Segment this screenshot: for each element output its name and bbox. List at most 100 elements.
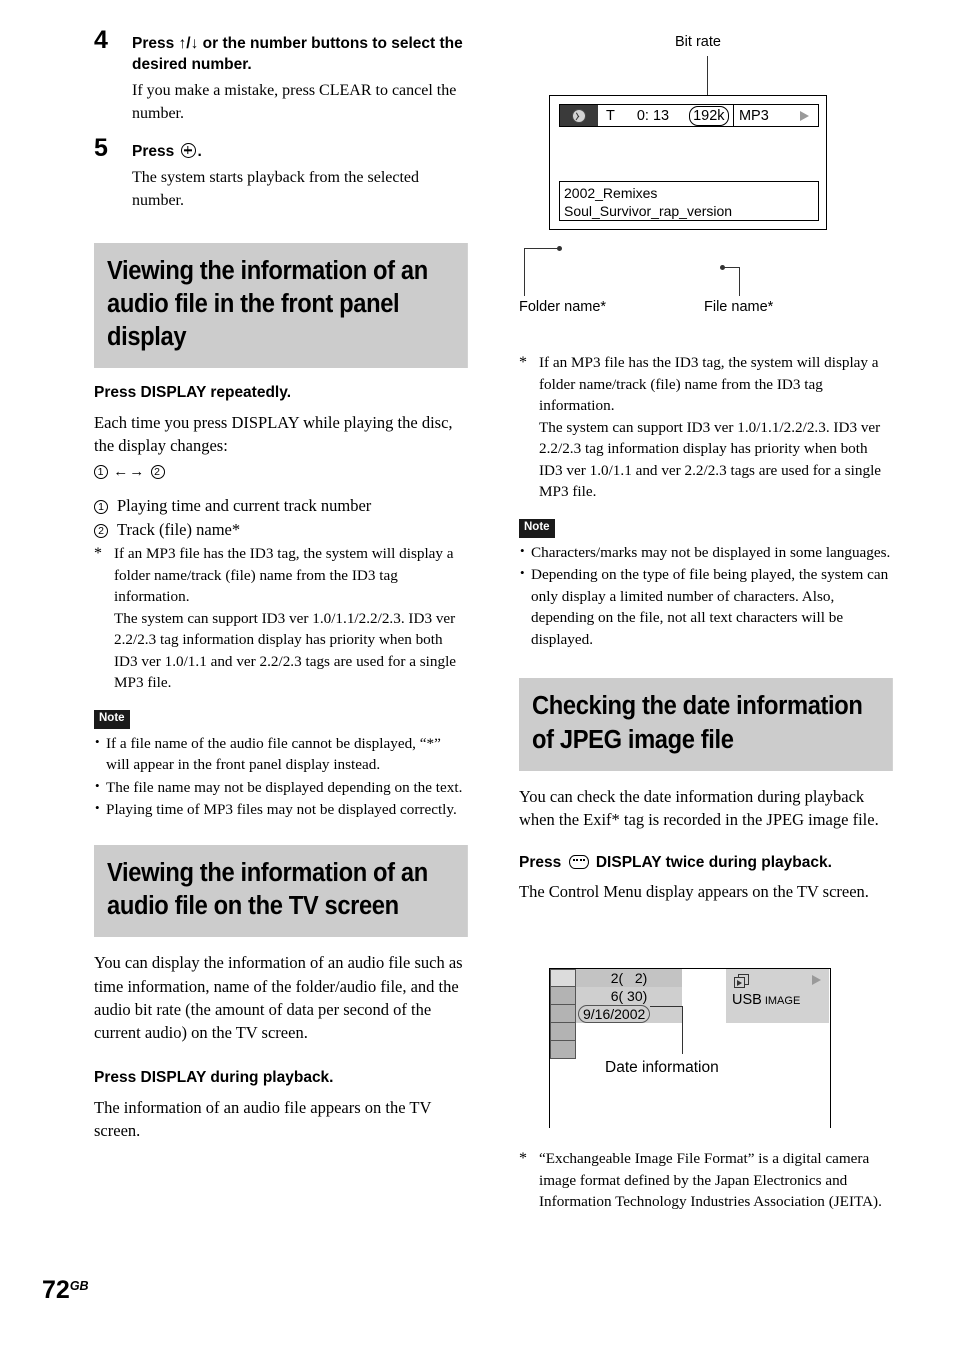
note-list: If a file name of the audio file cannot … [94, 733, 468, 821]
note-block-front-panel: Note If a file name of the audio file ca… [94, 708, 468, 821]
control-menu-icon-cell [550, 1023, 576, 1041]
folder-name-callout-label: Folder name* [519, 299, 607, 315]
section-heading-front-panel: Viewing the information of an audio file… [94, 242, 468, 369]
footnote-exif: * “Exchangeable Image File Format” is a … [519, 1148, 893, 1213]
osd-format: MP3 [738, 107, 769, 124]
page-number: 72 [42, 1276, 70, 1304]
step-number: 5 [94, 133, 108, 162]
instruction-press-display-during-playback: Press DISPLAY during playback. [94, 1068, 334, 1086]
footnote-text: “Exchangeable Image File Format” is a di… [539, 1150, 882, 1211]
footnote-text: If an MP3 file has the ID3 tag, the syst… [114, 545, 457, 692]
step-5-text: The system starts playback from the sele… [132, 169, 420, 209]
footnote-marker: * [519, 354, 527, 371]
list-item: 1 Playing time and current track number [94, 494, 468, 517]
list-label: Playing time and current track number [117, 496, 372, 516]
step-5-title-after: . [197, 142, 202, 160]
control-menu-icon-cell [550, 987, 576, 1005]
audio-info-diagram: Bit rate T 0: 13 192k MP3 2002_Remixes S… [519, 34, 899, 334]
control-menu-icon-cell [550, 1005, 576, 1023]
note-item: If a file name of the audio file cannot … [94, 733, 468, 776]
osd-file-name: Soul_Survivor_rap_version [564, 203, 733, 220]
note-badge: Note [519, 519, 555, 538]
step-5-title-before: Press [132, 142, 179, 160]
instruction-press-display-twice: Press DISPLAY twice during playback. [519, 852, 893, 874]
control-menu-date-row: 9/16/2002 [576, 1005, 682, 1023]
osd-name-box: 2002_Remixes Soul_Survivor_rap_version [559, 181, 819, 221]
file-name-callout-label: File name* [704, 299, 774, 315]
enter-button-icon [180, 142, 196, 158]
list-marker: 2 [94, 518, 112, 541]
step-body: Press ↑/↓ or the number buttons to selec… [132, 34, 468, 126]
osd-bitrate: 192k [689, 105, 729, 126]
osd-icon-cell [560, 105, 598, 126]
right-column: * If an MP3 file has the ID3 tag, the sy… [519, 350, 893, 910]
section-heading-tv-screen: Viewing the information of an audio file… [94, 844, 468, 938]
cycle-first: 1 [94, 464, 108, 479]
list-label: Track (file) name* [117, 519, 241, 539]
date-information-label: Date information [605, 1059, 719, 1076]
section3-intro: You can check the date information durin… [519, 786, 879, 830]
right-column-footnote: * “Exchangeable Image File Format” is a … [519, 1146, 893, 1213]
control-menu-value: 2( 2) [576, 969, 682, 987]
date-leader-line [650, 1006, 683, 1008]
display-button-icon [568, 854, 589, 869]
list-marker: 1 [94, 494, 112, 517]
folder-leader-line [524, 248, 526, 296]
multi-image-icon [734, 974, 749, 988]
step-body: Press . The system starts playback from … [132, 142, 468, 213]
source-badge-usb: USB [732, 992, 762, 1008]
note-block-tv: Note Characters/marks may not be display… [519, 517, 893, 650]
osd-folder-name: 2002_Remixes [564, 185, 658, 201]
page-footer: 72GB [42, 1278, 89, 1303]
step-5-title: Press . [132, 142, 468, 163]
control-menu-box: 2( 2) 6( 30) 9/16/2002 USB IMAGE [549, 968, 831, 1128]
note-item: The file name may not be displayed depen… [94, 777, 468, 799]
cycle-second: 2 [150, 464, 165, 479]
control-menu-icon-cell [550, 1041, 576, 1059]
step-4: 4 Press ↑/↓ or the number buttons to sel… [94, 28, 468, 126]
note-list: Characters/marks may not be displayed in… [519, 542, 893, 651]
stack-arrow [737, 980, 742, 986]
tv-screen-box: T 0: 13 192k MP3 2002_Remixes Soul_Survi… [549, 95, 827, 230]
section3-result: The Control Menu display appears on the … [519, 882, 869, 902]
manual-page: 4 Press ↑/↓ or the number buttons to sel… [0, 0, 954, 1352]
instruction-after: DISPLAY twice during playback. [591, 853, 832, 871]
circled-number: 2 [94, 523, 108, 538]
date-leader-line [682, 1006, 684, 1054]
instruction-before: Press [519, 853, 566, 871]
section2-intro: You can display the information of an au… [94, 953, 463, 1043]
source-badge: USB IMAGE [732, 992, 800, 1008]
note-badge: Note [94, 710, 130, 729]
osd-time: 0: 13 [636, 107, 670, 124]
date-information-value: 9/16/2002 [578, 1005, 651, 1023]
file-leader-line [722, 267, 740, 269]
section-heading-jpeg-date: Checking the date information of JPEG im… [519, 678, 893, 771]
bitrate-callout-label: Bit rate [675, 34, 721, 50]
display-cycle: 1 ←→ 2 [94, 460, 468, 483]
control-menu-value-column: 2( 2) 6( 30) 9/16/2002 [576, 969, 682, 1023]
step-4-title: Press ↑/↓ or the number buttons to selec… [132, 34, 468, 75]
step-number: 4 [94, 26, 108, 54]
clock-icon [572, 108, 586, 123]
footnote-id3-right: * If an MP3 file has the ID3 tag, the sy… [519, 352, 893, 503]
section1-intro: Each time you press DISPLAY while playin… [94, 412, 453, 456]
cycle-arrow-icon: ←→ [113, 463, 146, 480]
step-4-text: If you make a mistake, press CLEAR to ca… [132, 82, 457, 122]
play-icon [800, 110, 809, 121]
list-item: 2 Track (file) name* [94, 518, 468, 541]
footnote-marker: * [94, 545, 102, 562]
note-item: Characters/marks may not be displayed in… [519, 542, 893, 564]
note-item: Depending on the type of file being play… [519, 564, 893, 650]
folder-leader-line [524, 248, 560, 250]
control-menu-icon-cell [550, 969, 576, 987]
step-5: 5 Press . The system starts playback fro… [94, 135, 468, 213]
page-region-code: GB [69, 1279, 89, 1293]
step-4-title-before: Press [132, 35, 179, 52]
footnote-id3: * If an MP3 file has the ID3 tag, the sy… [94, 543, 468, 694]
circled-number: 1 [94, 500, 108, 515]
note-item: Playing time of MP3 files may not be dis… [94, 799, 468, 821]
control-menu-icon-column [550, 969, 576, 1059]
osd-status-bar: T 0: 13 192k MP3 [559, 104, 819, 127]
file-leader-line [739, 267, 741, 296]
play-icon [812, 975, 821, 985]
